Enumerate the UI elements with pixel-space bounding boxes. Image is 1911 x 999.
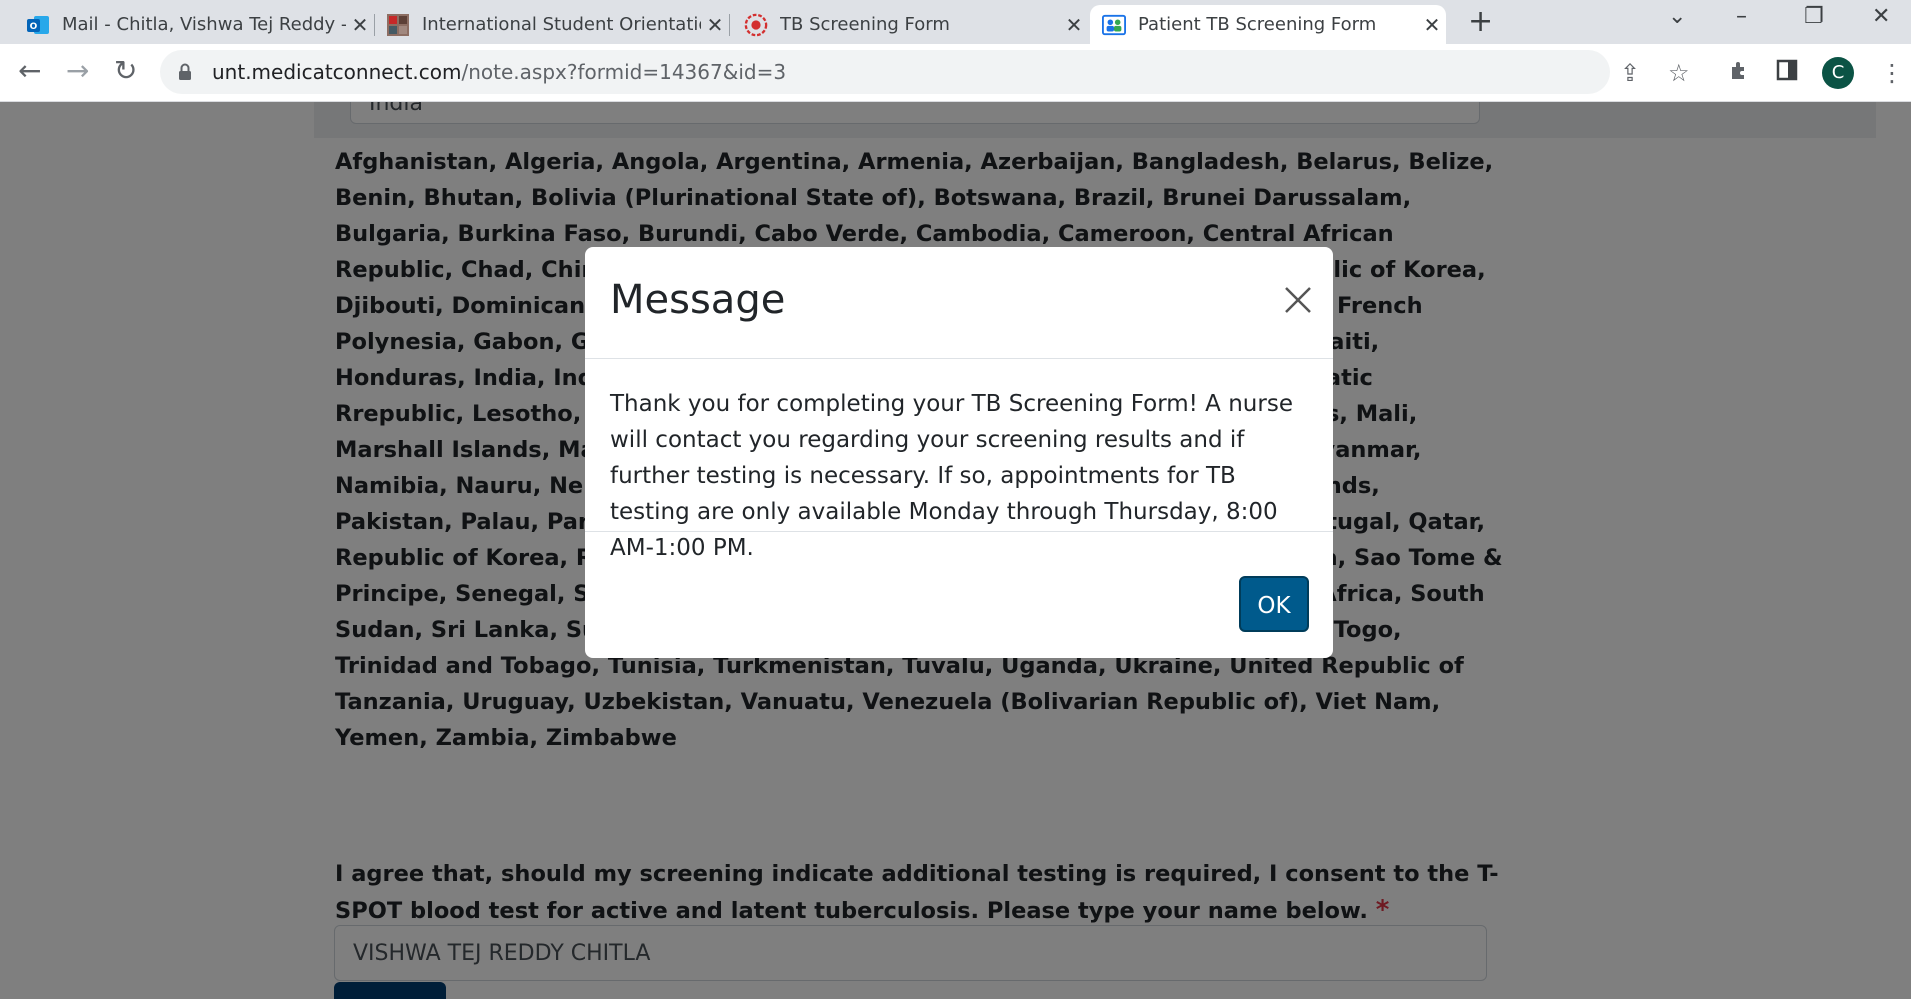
back-icon[interactable]: ←	[18, 56, 41, 86]
tab-title: Mail - Chitla, Vishwa Tej Reddy - O	[62, 14, 346, 35]
message-dialog: Message Thank you for completing your TB…	[585, 247, 1333, 658]
patient-icon	[1102, 13, 1126, 37]
url-path: /note.aspx?formid=14367&id=3	[461, 60, 787, 84]
dialog-header: Message	[585, 247, 1333, 359]
extensions-icon[interactable]	[1728, 59, 1752, 89]
tab-title: International Student Orientation	[422, 14, 701, 35]
dialog-body: Thank you for completing your TB Screeni…	[585, 359, 1333, 561]
tab-title: TB Screening Form	[780, 14, 950, 35]
bookmark-star-icon[interactable]: ☆	[1668, 59, 1690, 87]
url-text: unt.medicatconnect.com/note.aspx?formid=…	[212, 60, 786, 84]
window-close-icon[interactable]: ✕	[1872, 4, 1890, 29]
address-bar[interactable]: unt.medicatconnect.com/note.aspx?formid=…	[160, 50, 1610, 94]
share-icon[interactable]: ⇪	[1620, 59, 1640, 87]
lock-icon	[178, 63, 192, 81]
outlook-icon: O	[26, 13, 50, 37]
tab-search-chevron-icon[interactable]: ⌄	[1668, 4, 1686, 29]
tab-patient-tb-screening[interactable]: Patient TB Screening Form ✕	[1090, 5, 1446, 44]
close-icon[interactable]: ✕	[1418, 13, 1446, 37]
side-panel-icon[interactable]	[1776, 59, 1798, 87]
close-icon[interactable]: ✕	[701, 13, 729, 37]
tab-separator	[729, 14, 730, 36]
restore-icon[interactable]: ❐	[1804, 4, 1824, 29]
browser-tab-strip: O Mail - Chitla, Vishwa Tej Reddy - O ✕ …	[0, 0, 1911, 44]
close-icon[interactable]	[1281, 283, 1315, 317]
close-icon[interactable]: ✕	[346, 13, 374, 37]
browser-toolbar: ← → ↻ unt.medicatconnect.com/note.aspx?f…	[0, 44, 1911, 102]
ok-button[interactable]: OK	[1239, 576, 1309, 632]
minimize-icon[interactable]: –	[1736, 4, 1747, 29]
avatar[interactable]: C	[1822, 57, 1854, 89]
tab-mail[interactable]: O Mail - Chitla, Vishwa Tej Reddy - O ✕	[14, 5, 375, 44]
forward-icon[interactable]: →	[66, 56, 89, 86]
tab-tb-screening[interactable]: TB Screening Form ✕	[732, 5, 1088, 44]
url-host: unt.medicatconnect.com	[212, 60, 462, 84]
photo-icon	[386, 13, 410, 37]
svg-text:O: O	[30, 22, 38, 32]
tab-title: Patient TB Screening Form	[1138, 14, 1377, 35]
close-icon[interactable]: ✕	[1060, 13, 1088, 37]
medicat-icon	[744, 13, 768, 37]
dialog-title: Message	[610, 277, 786, 323]
menu-kebab-icon[interactable]: ⋮	[1880, 59, 1904, 87]
reload-icon[interactable]: ↻	[114, 56, 137, 86]
page-content: India Afghanistan, Algeria, Angola, Arge…	[0, 102, 1911, 999]
tab-orientation[interactable]: International Student Orientation ✕	[374, 5, 730, 44]
new-tab-icon[interactable]: +	[1468, 4, 1493, 39]
